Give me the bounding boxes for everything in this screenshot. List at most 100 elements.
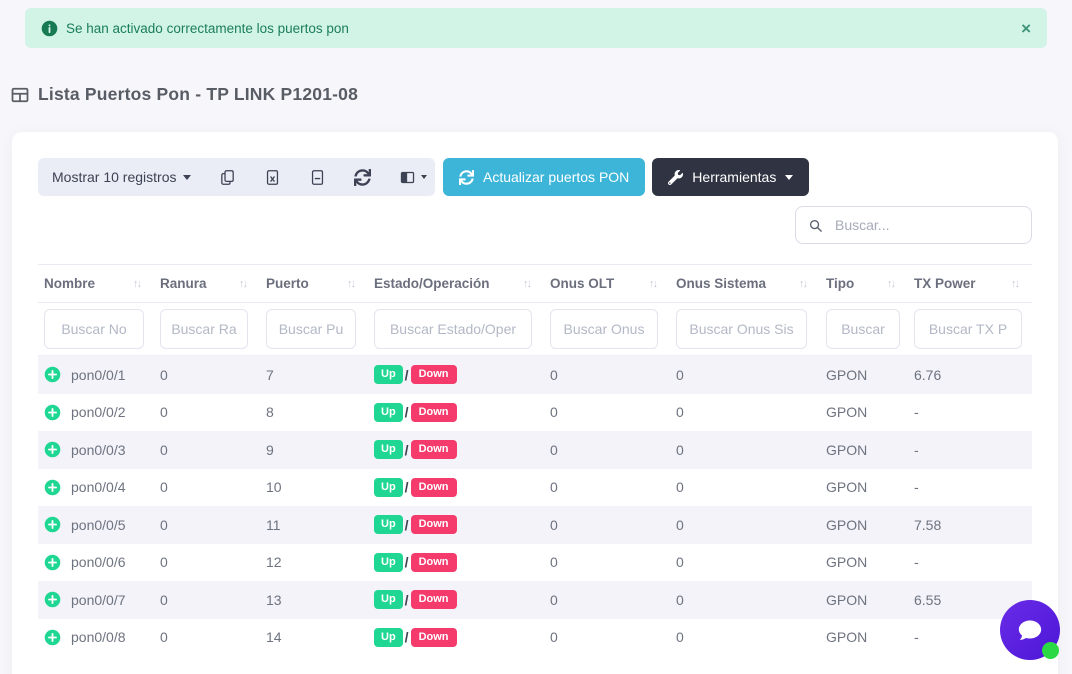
- expand-row-button[interactable]: [44, 404, 61, 421]
- filter-tx-power-input[interactable]: [914, 309, 1022, 349]
- copy-button[interactable]: [219, 169, 236, 186]
- down-badge[interactable]: Down: [411, 553, 457, 572]
- success-alert: Se han activado correctamente los puerto…: [25, 8, 1047, 48]
- chevron-down-icon: [785, 175, 793, 180]
- down-badge[interactable]: Down: [411, 478, 457, 497]
- onus-sistema-cell: 0: [670, 367, 820, 383]
- slash-separator: /: [405, 629, 409, 645]
- refresh-table-button[interactable]: [354, 169, 371, 186]
- onus-olt-cell: 0: [544, 367, 670, 383]
- sort-icon: ↑↓: [799, 278, 806, 290]
- puerto-cell: 12: [260, 554, 368, 570]
- update-pon-ports-label: Actualizar puertos PON: [483, 169, 629, 185]
- ranura-cell: 0: [154, 592, 260, 608]
- port-name: pon0/0/5: [71, 517, 126, 533]
- column-header-tx-power[interactable]: TX Power↑↓: [908, 276, 1032, 291]
- close-icon[interactable]: ×: [1021, 20, 1031, 37]
- plus-circle-icon: [44, 516, 61, 533]
- column-header-onus-olt[interactable]: Onus OLT↑↓: [544, 276, 670, 291]
- search-row: [38, 206, 1032, 244]
- expand-row-button[interactable]: [44, 479, 61, 496]
- plus-circle-icon: [44, 441, 61, 458]
- column-header-nombre[interactable]: Nombre↑↓: [38, 276, 154, 291]
- filter-onus-sistema-input[interactable]: [676, 309, 807, 349]
- tipo-cell: GPON: [820, 479, 908, 495]
- onus-sistema-cell: 0: [670, 404, 820, 420]
- page-title: Lista Puertos Pon - TP LINK P1201-08: [38, 84, 358, 105]
- onus-sistema-cell: 0: [670, 592, 820, 608]
- down-badge[interactable]: Down: [411, 403, 457, 422]
- puerto-cell: 13: [260, 592, 368, 608]
- up-badge[interactable]: Up: [374, 553, 403, 572]
- filter-nombre-input[interactable]: [44, 309, 144, 349]
- slash-separator: /: [405, 367, 409, 383]
- up-badge[interactable]: Up: [374, 515, 403, 534]
- plus-circle-icon: [44, 479, 61, 496]
- filter-onus-olt-input[interactable]: [550, 309, 658, 349]
- sort-icon: ↑↓: [347, 278, 354, 290]
- ranura-cell: 0: [154, 479, 260, 495]
- search-box: [795, 206, 1032, 244]
- page-header: Lista Puertos Pon - TP LINK P1201-08: [10, 84, 358, 105]
- tx-power-cell: -: [908, 442, 1032, 458]
- up-badge[interactable]: Up: [374, 478, 403, 497]
- expand-row-button[interactable]: [44, 366, 61, 383]
- filter-puerto-input[interactable]: [266, 309, 356, 349]
- expand-row-button[interactable]: [44, 554, 61, 571]
- puerto-cell: 11: [260, 517, 368, 533]
- pon-ports-card: Mostrar 10 registros Actualizar puertos …: [12, 132, 1058, 674]
- onus-sistema-cell: 0: [670, 517, 820, 533]
- slash-separator: /: [405, 479, 409, 495]
- column-visibility-button[interactable]: [399, 169, 427, 186]
- up-badge[interactable]: Up: [374, 365, 403, 384]
- down-badge[interactable]: Down: [411, 365, 457, 384]
- down-badge[interactable]: Down: [411, 628, 457, 647]
- onus-olt-cell: 0: [544, 554, 670, 570]
- onus-sistema-cell: 0: [670, 442, 820, 458]
- search-input[interactable]: [833, 216, 1019, 234]
- up-badge[interactable]: Up: [374, 628, 403, 647]
- search-icon: [808, 218, 823, 233]
- filter-tipo-input[interactable]: [826, 309, 900, 349]
- onus-olt-cell: 0: [544, 479, 670, 495]
- show-entries-dropdown[interactable]: Mostrar 10 registros: [52, 169, 191, 185]
- pon-ports-table: Nombre↑↓ Ranura↑↓ Puerto↑↓ Estado/Operac…: [38, 264, 1032, 656]
- columns-icon: [399, 169, 416, 186]
- port-name: pon0/0/7: [71, 592, 126, 608]
- tools-dropdown-button[interactable]: Herramientas: [652, 158, 809, 196]
- column-header-ranura[interactable]: Ranura↑↓: [154, 276, 260, 291]
- filter-ranura-input[interactable]: [160, 309, 248, 349]
- column-header-tipo[interactable]: Tipo↑↓: [820, 276, 908, 291]
- column-header-estado[interactable]: Estado/Operación↑↓: [368, 276, 544, 291]
- chevron-down-icon: [183, 175, 191, 180]
- excel-icon: [264, 169, 281, 186]
- excel-export-button[interactable]: [264, 169, 281, 186]
- expand-row-button[interactable]: [44, 516, 61, 533]
- file-export-button[interactable]: [309, 169, 326, 186]
- up-badge[interactable]: Up: [374, 440, 403, 459]
- filter-estado-input[interactable]: [374, 309, 532, 349]
- sort-icon: ↑↓: [133, 278, 140, 290]
- column-header-puerto[interactable]: Puerto↑↓: [260, 276, 368, 291]
- column-header-onus-sistema[interactable]: Onus Sistema↑↓: [670, 276, 820, 291]
- down-badge[interactable]: Down: [411, 515, 457, 534]
- slash-separator: /: [405, 592, 409, 608]
- down-badge[interactable]: Down: [411, 440, 457, 459]
- up-badge[interactable]: Up: [374, 590, 403, 609]
- onus-olt-cell: 0: [544, 442, 670, 458]
- expand-row-button[interactable]: [44, 591, 61, 608]
- onus-olt-cell: 0: [544, 404, 670, 420]
- plus-circle-icon: [44, 554, 61, 571]
- update-pon-ports-button[interactable]: Actualizar puertos PON: [443, 158, 645, 196]
- chat-widget[interactable]: [1000, 600, 1060, 660]
- refresh-icon: [354, 169, 371, 186]
- online-status-dot: [1042, 642, 1059, 659]
- file-icon: [309, 169, 326, 186]
- pon-ports-page: Se han activado correctamente los puerto…: [0, 0, 1072, 674]
- expand-row-button[interactable]: [44, 629, 61, 646]
- plus-circle-icon: [44, 366, 61, 383]
- up-badge[interactable]: Up: [374, 403, 403, 422]
- onus-sistema-cell: 0: [670, 629, 820, 645]
- expand-row-button[interactable]: [44, 441, 61, 458]
- down-badge[interactable]: Down: [411, 590, 457, 609]
